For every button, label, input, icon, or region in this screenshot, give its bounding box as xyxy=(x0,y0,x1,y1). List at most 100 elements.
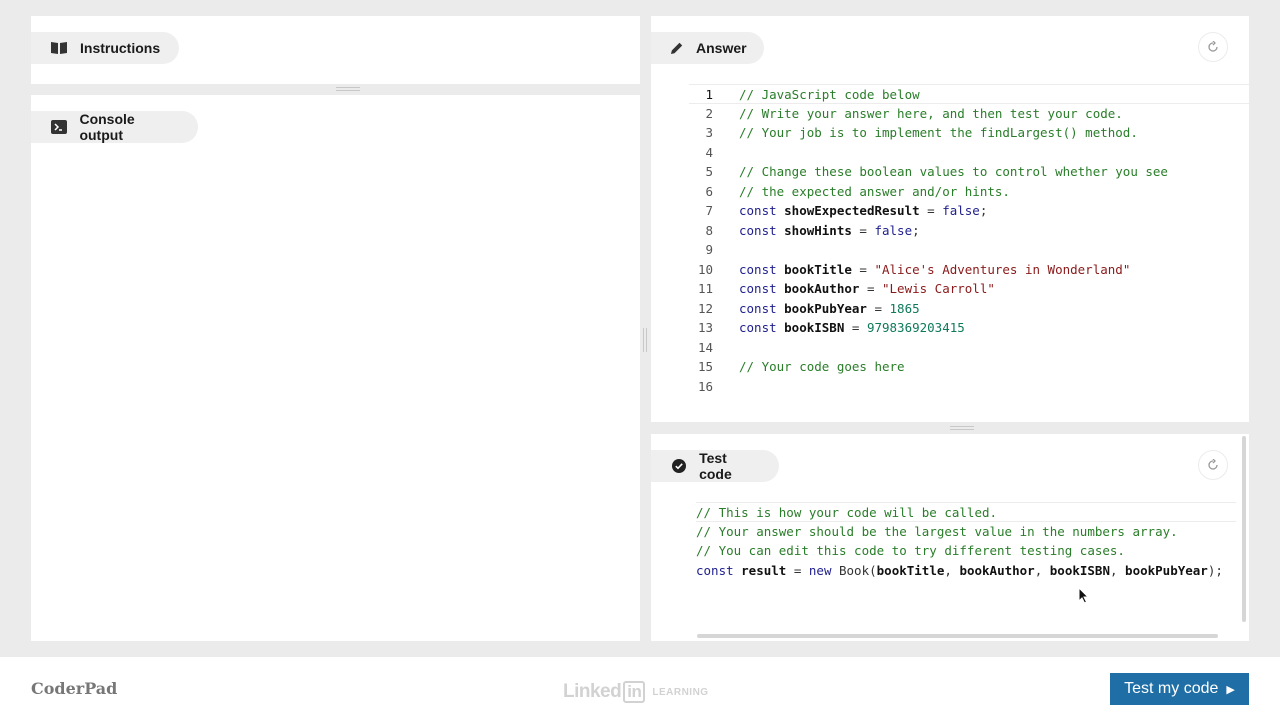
test-code-editor[interactable]: // This is how your code will be called.… xyxy=(696,502,1236,580)
code-token: ; xyxy=(979,203,988,218)
answer-code-line[interactable]: 10 const bookTitle = "Alice's Adventures … xyxy=(689,260,1249,280)
coderpad-logo: CoderPad xyxy=(31,679,118,698)
code-token: bookTitle xyxy=(876,562,945,578)
code-token: , xyxy=(1034,562,1050,578)
code-token: const xyxy=(739,320,785,335)
line-number: 9 xyxy=(705,242,713,257)
line-number: 11 xyxy=(697,281,713,296)
code-token: = xyxy=(859,281,882,296)
test-my-code-button[interactable]: Test my code ▶ xyxy=(1110,673,1249,705)
instructions-tab[interactable]: Instructions xyxy=(31,32,179,64)
code-token: , xyxy=(1109,562,1126,578)
code-token: showHints xyxy=(784,222,852,238)
code-token: bookTitle xyxy=(784,261,852,277)
line-number: 7 xyxy=(705,203,713,218)
answer-code-line[interactable]: 12 const bookPubYear = 1865 xyxy=(689,299,1249,319)
code-token: false xyxy=(942,203,980,218)
answer-code-line[interactable]: 2 // Write your answer here, and then tes… xyxy=(689,104,1249,124)
test-code-tab[interactable]: Test code xyxy=(651,450,779,482)
code-token: bookAuthor xyxy=(784,281,860,296)
line-number: 4 xyxy=(705,144,713,160)
code-token: = xyxy=(851,261,875,277)
terminal-icon xyxy=(50,118,67,136)
line-number: 2 xyxy=(705,105,713,121)
code-token: bookISBN xyxy=(784,320,845,335)
test-reset-button[interactable] xyxy=(1198,450,1228,480)
answer-code-line[interactable]: 6 // the expected answer and/or hints. xyxy=(689,182,1249,202)
check-circle-icon xyxy=(670,457,687,475)
code-token: const xyxy=(739,300,785,316)
code-token: Book( xyxy=(839,562,877,578)
code-token: "Lewis Carroll" xyxy=(882,281,995,296)
answer-code-editor[interactable]: 1 // JavaScript code below 2 // Write your … xyxy=(689,84,1249,396)
answer-reset-button[interactable] xyxy=(1198,32,1228,62)
code-token: // Change these boolean values to contro… xyxy=(739,164,1168,179)
code-token: // the expected answer and/or hints. xyxy=(739,183,1010,199)
answer-code-line[interactable]: 9 xyxy=(689,240,1249,260)
test-code-line[interactable]: // Your answer should be the largest val… xyxy=(696,522,1236,542)
answer-resize-handle[interactable] xyxy=(950,426,974,430)
line-number: 3 xyxy=(705,125,713,140)
line-number: 16 xyxy=(697,378,713,394)
code-token: result xyxy=(741,562,787,578)
watermark-learning: LEARNING xyxy=(652,686,709,698)
test-code-line[interactable]: // This is how your code will be called. xyxy=(696,502,1236,522)
test-code-horizontal-scrollbar[interactable] xyxy=(697,634,1218,638)
console-tab[interactable]: Console output xyxy=(31,111,198,143)
code-token: = xyxy=(786,562,809,578)
line-number: 10 xyxy=(697,261,713,277)
code-token: // This is how your code will be called. xyxy=(696,505,998,520)
watermark-in: in xyxy=(623,681,646,703)
code-token: false xyxy=(874,222,913,238)
answer-code-line[interactable]: 14 xyxy=(689,338,1249,358)
code-token: 9798369203415 xyxy=(866,320,965,335)
test-code-line[interactable]: // You can edit this code to try differe… xyxy=(696,541,1236,561)
code-token: ; xyxy=(912,222,920,238)
reset-icon xyxy=(1208,459,1218,470)
line-number: 13 xyxy=(697,320,713,335)
answer-code-line[interactable]: 1 // JavaScript code below xyxy=(689,84,1249,104)
console-panel: Console output xyxy=(31,95,640,641)
line-number: 6 xyxy=(705,183,713,199)
answer-code-line[interactable]: 16 xyxy=(689,377,1249,397)
code-token: // Your code goes here xyxy=(739,359,905,374)
answer-code-line[interactable]: 13 const bookISBN = 9798369203415 xyxy=(689,318,1249,338)
test-code-line[interactable]: const result = new Book(bookTitle, bookA… xyxy=(696,561,1236,581)
code-token: // Write your answer here, and then test… xyxy=(739,105,1123,121)
reset-icon xyxy=(1208,41,1218,52)
line-number: 15 xyxy=(697,359,713,374)
answer-code-line[interactable]: 4 xyxy=(689,143,1249,163)
answer-code-line[interactable]: 5 // Change these boolean values to contr… xyxy=(689,162,1249,182)
answer-tab[interactable]: Answer xyxy=(651,32,764,64)
play-arrow-icon: ▶ xyxy=(1226,683,1235,696)
answer-code-line[interactable]: 8 const showHints = false; xyxy=(689,221,1249,241)
instructions-panel: Instructions xyxy=(31,16,640,84)
code-token: bookISBN xyxy=(1049,562,1110,578)
answer-code-line[interactable]: 11 const bookAuthor = "Lewis Carroll" xyxy=(689,279,1249,299)
book-icon xyxy=(50,39,68,57)
answer-code-line[interactable]: 3 // Your job is to implement the findLar… xyxy=(689,123,1249,143)
answer-code-line[interactable]: 15 // Your code goes here xyxy=(689,357,1249,377)
code-token: = xyxy=(919,203,943,218)
line-number: 8 xyxy=(705,222,713,238)
code-token: // JavaScript code below xyxy=(739,87,920,102)
test-my-code-label: Test my code xyxy=(1124,680,1219,697)
code-token: // Your job is to implement the findLarg… xyxy=(739,125,1138,140)
instructions-resize-handle[interactable] xyxy=(336,87,360,91)
answer-code-line[interactable]: 7 const showExpectedResult = false; xyxy=(689,201,1249,221)
code-token: bookPubYear xyxy=(1125,562,1208,578)
line-number: 1 xyxy=(705,87,713,102)
code-token: const xyxy=(739,261,785,277)
code-token: , xyxy=(944,562,960,578)
code-token: 1865 xyxy=(889,300,920,316)
code-token: // Your answer should be the largest val… xyxy=(696,523,1178,539)
watermark-linked: Linked xyxy=(563,681,622,702)
code-token: = xyxy=(851,222,875,238)
code-token: showExpectedResult xyxy=(784,203,920,218)
test-code-vertical-scrollbar[interactable] xyxy=(1242,436,1246,622)
column-resize-handle[interactable] xyxy=(643,328,647,352)
linkedin-learning-watermark: Linked in LEARNING xyxy=(563,681,709,703)
code-token: bookAuthor xyxy=(959,562,1035,578)
code-token: const xyxy=(739,281,785,296)
answer-panel: Answer 1 // JavaScript code below 2 // Writ… xyxy=(651,16,1249,422)
